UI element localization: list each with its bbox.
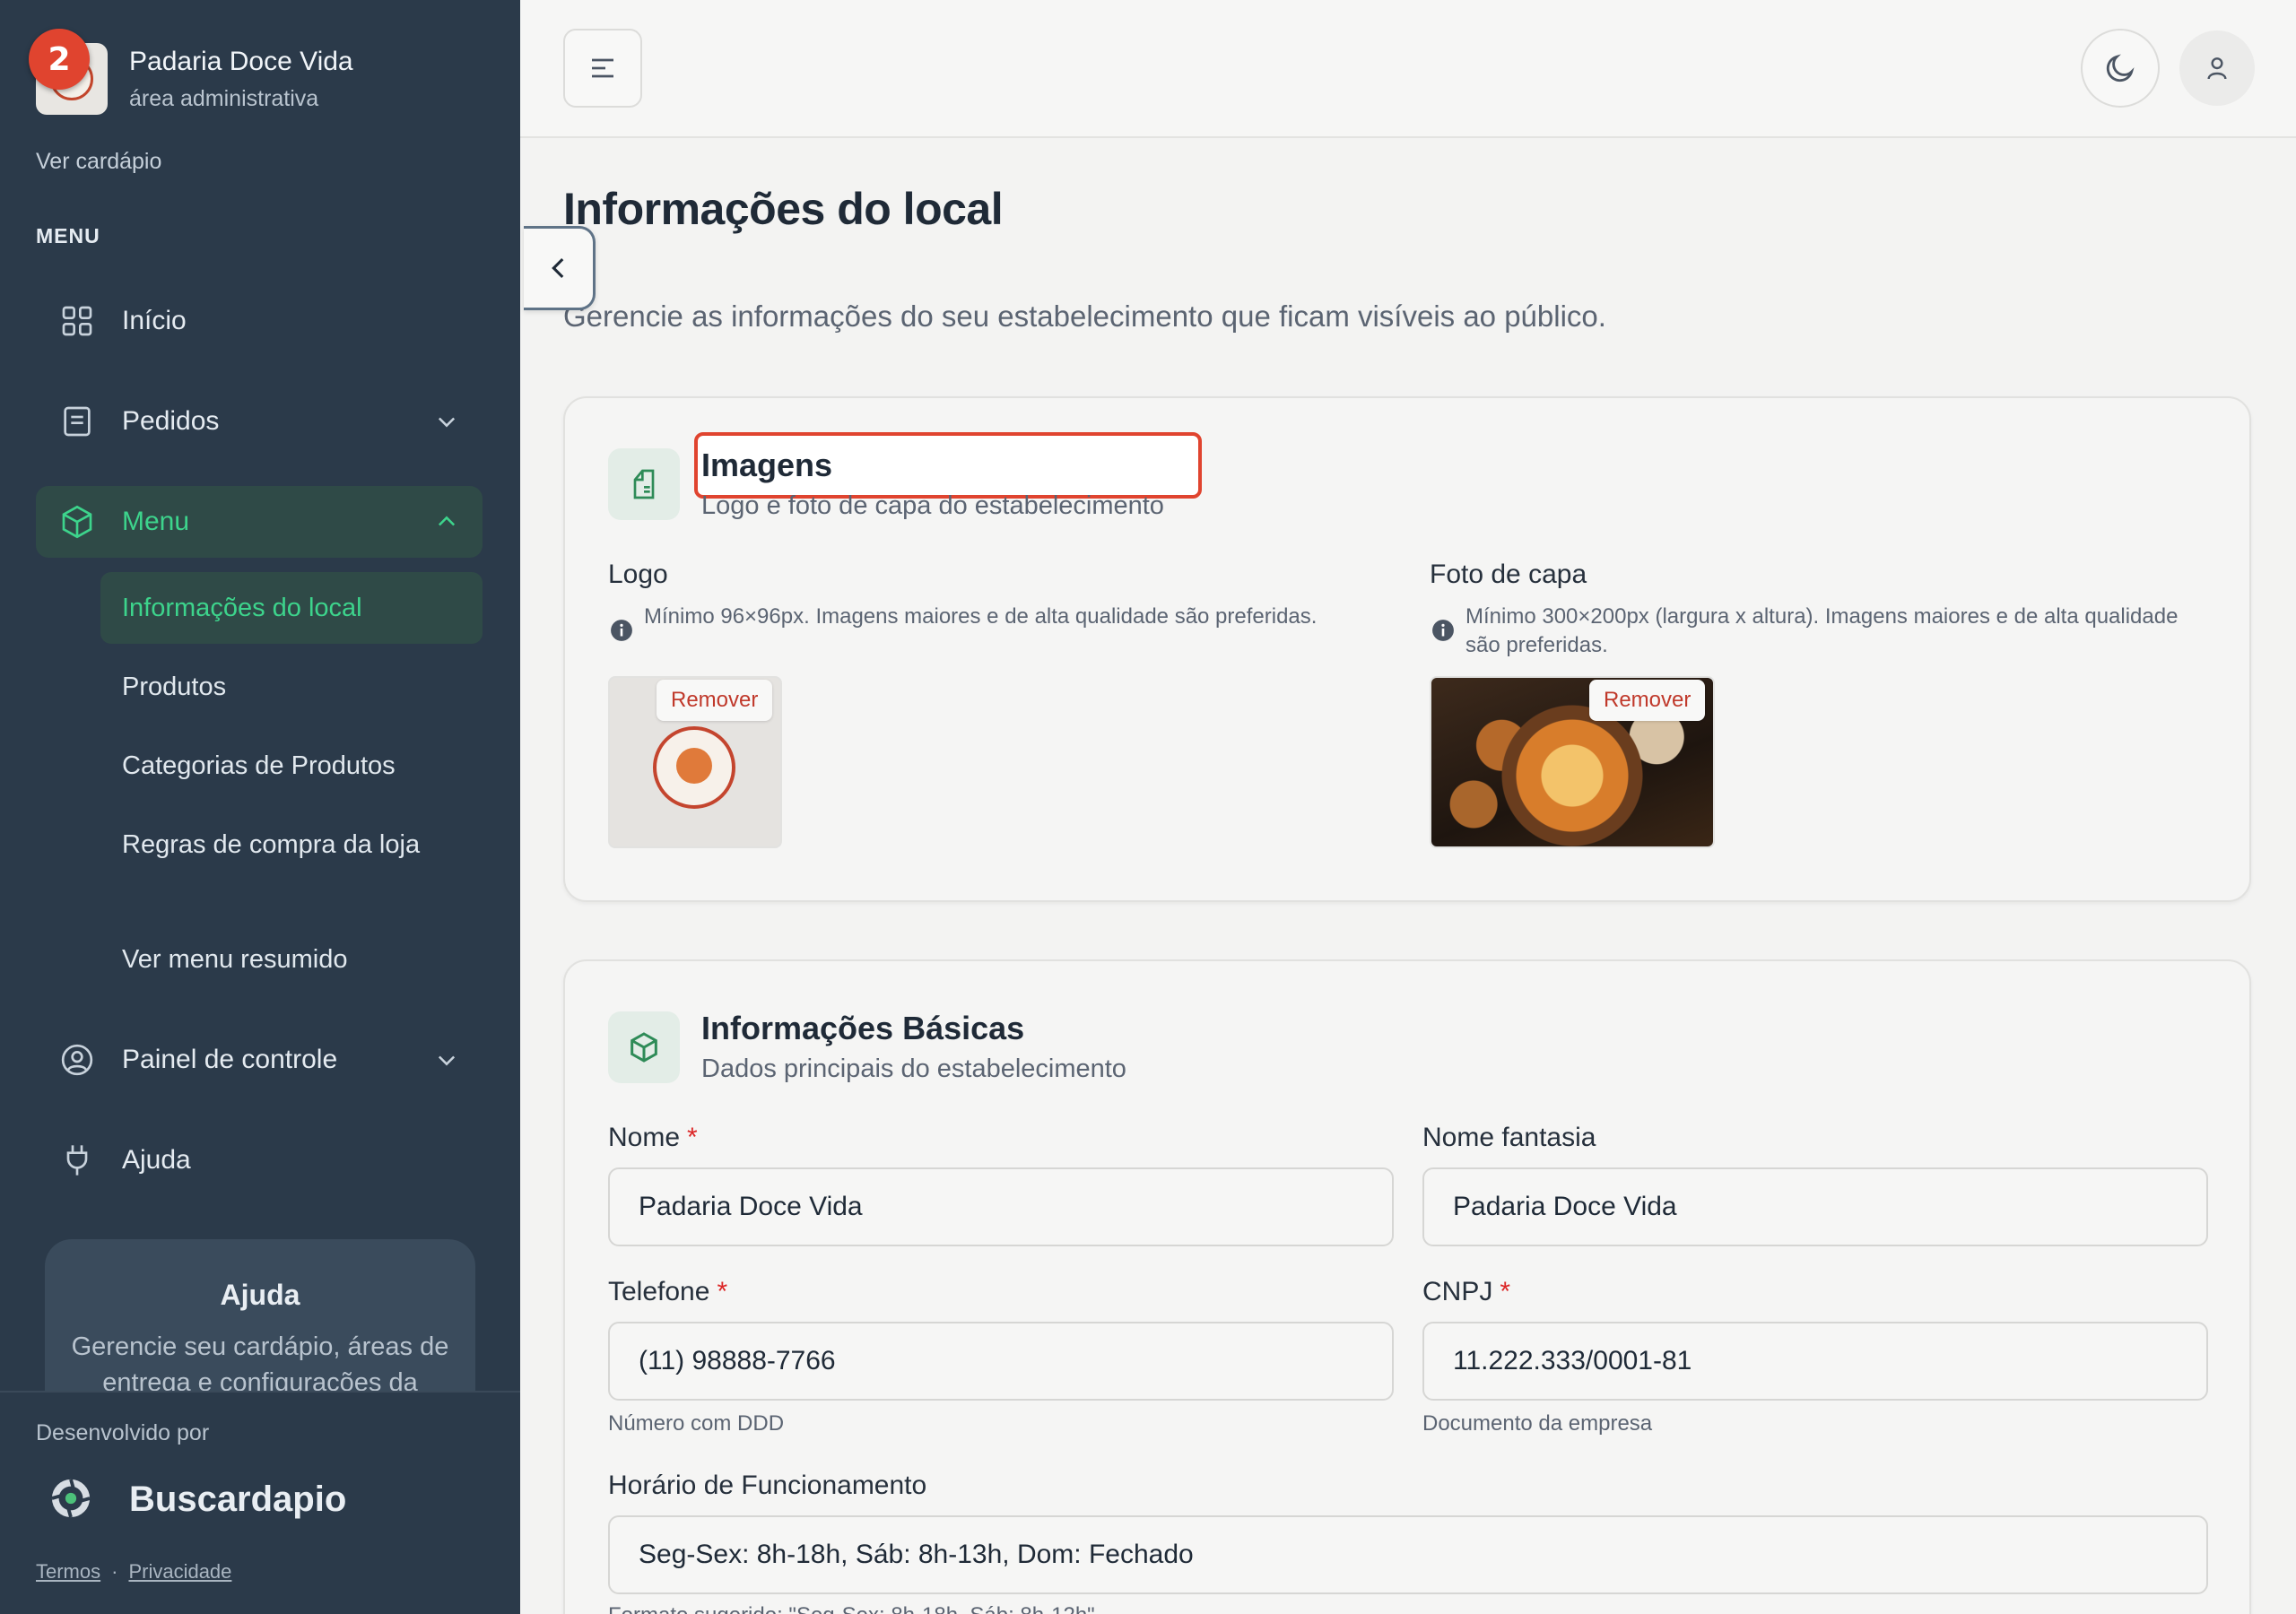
chevron-up-icon <box>438 516 456 526</box>
menu-toggle-button[interactable] <box>563 29 642 108</box>
images-card: Imagens Logo e foto de capa do estabelec… <box>563 396 2251 902</box>
sidebar-item-painel[interactable]: Painel de controle <box>36 1024 483 1096</box>
sidebar-divider <box>0 1391 520 1393</box>
sidebar-item-inicio[interactable]: Início <box>36 285 483 357</box>
sidebar-subitem-label: Produtos <box>122 672 227 701</box>
nome-fantasia-label: Nome fantasia <box>1422 1123 1596 1152</box>
cnpj-help: Documento da empresa <box>1422 1411 1653 1436</box>
top-bar <box>520 0 2296 138</box>
collapse-sidebar-button[interactable] <box>524 226 596 310</box>
box-icon <box>631 1032 657 1063</box>
sidebar-subitem-label: Categorias de Produtos <box>122 751 396 780</box>
footer-separator: · <box>111 1560 118 1583</box>
sidebar-item-label: Início <box>122 306 187 335</box>
user-icon <box>2207 57 2227 80</box>
cover-label: Foto de capa <box>1430 560 1587 589</box>
box-icon <box>62 505 92 539</box>
nome-input[interactable]: Padaria Doce Vida <box>608 1167 1394 1246</box>
brand-subtitle: área administrativa <box>129 86 319 111</box>
sidebar-subitem-regras[interactable]: Regras de compra da loja <box>100 827 483 898</box>
buscardapio-logo-icon <box>51 1479 91 1518</box>
info-icon <box>1432 620 1454 641</box>
sidebar-subitem-label: Informações do local <box>122 594 362 622</box>
sidebar: 2 Padaria Doce Vida área administrativa … <box>0 0 520 1614</box>
sidebar-item-label: Painel de controle <box>122 1045 338 1074</box>
receipt-icon <box>64 406 91 437</box>
user-circle-icon <box>61 1044 93 1076</box>
sidebar-item-label: Menu <box>122 507 190 536</box>
terms-link[interactable]: Termos <box>36 1560 100 1583</box>
chevron-left-icon <box>551 257 563 279</box>
notification-badge[interactable]: 2 <box>29 29 90 90</box>
file-image-icon <box>633 469 655 499</box>
theme-toggle-button[interactable] <box>2081 29 2160 108</box>
logo-hint: Mínimo 96×96px. Imagens maiores e de alt… <box>644 604 1318 629</box>
telefone-label: Telefone * <box>608 1277 727 1307</box>
basic-card-icon-box <box>608 1011 680 1083</box>
help-card-text: Gerencie seu cardápio, áreas de entrega … <box>71 1332 449 1392</box>
developer-name: Buscardapio <box>129 1480 347 1519</box>
menu-heading: MENU <box>36 224 100 247</box>
moon-icon <box>2106 54 2135 82</box>
menu-lines-icon <box>592 58 613 78</box>
chevron-down-icon <box>438 417 456 428</box>
sidebar-item-ajuda[interactable]: Ajuda <box>36 1124 483 1196</box>
required-mark: * <box>1500 1277 1511 1306</box>
info-icon <box>611 620 632 641</box>
required-mark: * <box>687 1123 698 1152</box>
nome-fantasia-input[interactable]: Padaria Doce Vida <box>1422 1167 2208 1246</box>
cover-hint: Mínimo 300×200px (largura x altura). Ima… <box>1465 604 2179 657</box>
images-card-subtitle: Logo e foto de capa do estabelecimento <box>701 491 1164 520</box>
help-card-title: Ajuda <box>220 1279 300 1311</box>
privacy-link[interactable]: Privacidade <box>128 1560 231 1583</box>
remove-logo-button[interactable]: Remover <box>657 680 773 721</box>
brand-header[interactable]: 2 Padaria Doce Vida área administrativa <box>29 29 502 118</box>
sidebar-item-pedidos[interactable]: Pedidos <box>36 386 483 457</box>
nome-label: Nome * <box>608 1123 698 1153</box>
cnpj-label: CNPJ * <box>1422 1277 1510 1307</box>
telefone-label-text: Telefone <box>608 1277 710 1306</box>
view-menu-link[interactable]: Ver cardápio <box>36 149 161 175</box>
footer-links: Termos · Privacidade <box>36 1560 231 1584</box>
horario-label: Horário de Funcionamento <box>608 1471 927 1500</box>
telefone-help: Número com DDD <box>608 1411 785 1436</box>
sidebar-subitem-label: Regras de compra da loja <box>122 830 421 859</box>
cnpj-label-text: CNPJ <box>1422 1277 1493 1306</box>
cover-preview[interactable]: Remover <box>1430 676 1715 848</box>
developed-by-label: Desenvolvido por <box>36 1420 210 1445</box>
basic-info-card: Informações Básicas Dados principais do … <box>563 959 2251 1614</box>
page-title: Informações do local <box>563 184 1004 234</box>
images-card-title: Imagens <box>701 447 833 483</box>
cnpj-input[interactable]: 11.222.333/0001-81 <box>1422 1322 2208 1401</box>
logo-label: Logo <box>608 560 668 589</box>
remove-cover-button[interactable]: Remover <box>1589 680 1706 721</box>
brand-name: Padaria Doce Vida <box>129 47 353 76</box>
chevron-down-icon <box>438 1055 456 1066</box>
plug-icon <box>66 1145 88 1176</box>
sidebar-item-label: Pedidos <box>122 406 220 436</box>
telefone-input[interactable]: (11) 98888-7766 <box>608 1322 1394 1401</box>
logo-image <box>653 726 735 809</box>
sidebar-item-label: Ajuda <box>122 1145 191 1175</box>
sidebar-subitem-produtos[interactable]: Produtos <box>100 669 483 705</box>
basic-card-title: Informações Básicas <box>701 1010 1025 1046</box>
logo-preview[interactable]: Remover <box>608 676 782 848</box>
user-menu-button[interactable] <box>2179 30 2255 106</box>
grid-icon <box>62 306 92 336</box>
horario-help: Formato sugerido: "Seg-Sex: 8h-18h, Sáb:… <box>608 1603 1095 1614</box>
sidebar-item-menu[interactable]: Menu <box>36 486 483 558</box>
sidebar-subitem-categorias[interactable]: Categorias de Produtos <box>100 748 483 784</box>
required-mark: * <box>717 1277 728 1306</box>
nome-label-text: Nome <box>608 1123 681 1152</box>
sidebar-subitem-menu-resumido[interactable]: Ver menu resumido <box>100 941 483 977</box>
images-card-icon-box <box>608 448 680 520</box>
help-card: Ajuda Gerencie seu cardápio, áreas de en… <box>45 1239 475 1392</box>
page-description: Gerencie as informações do seu estabelec… <box>563 299 1606 333</box>
horario-input[interactable]: Seg-Sex: 8h-18h, Sáb: 8h-13h, Dom: Fecha… <box>608 1515 2208 1594</box>
sidebar-subitem-informacoes-do-local[interactable]: Informações do local <box>100 572 483 644</box>
basic-card-subtitle: Dados principais do estabelecimento <box>701 1054 1126 1083</box>
sidebar-subitem-label: Ver menu resumido <box>122 945 348 974</box>
